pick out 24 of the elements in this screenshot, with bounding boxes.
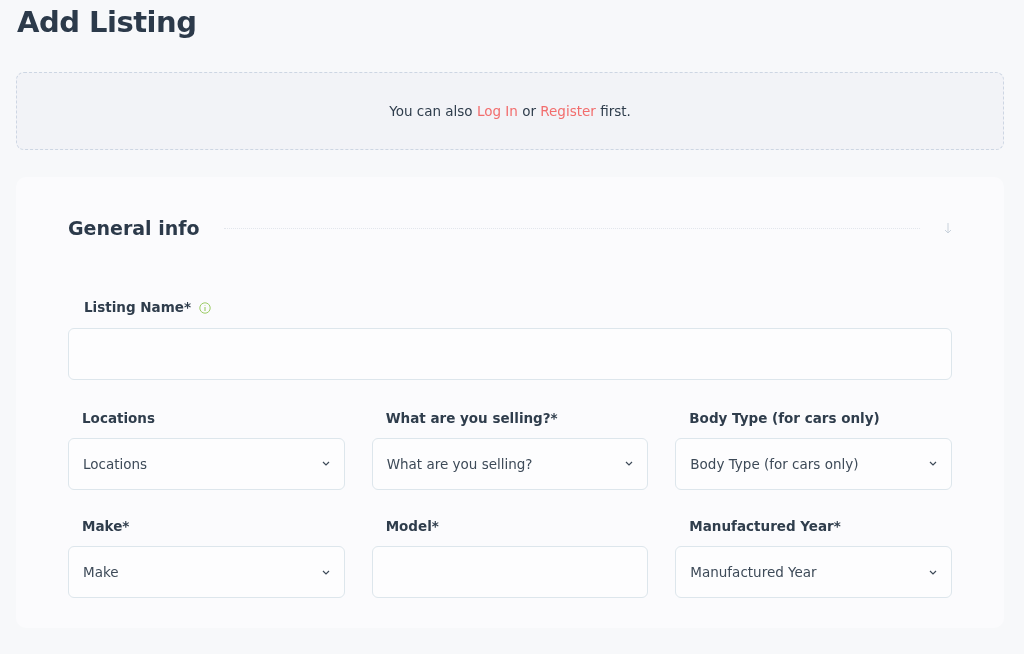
field-label: Body Type (for cars only) — [689, 408, 880, 428]
info-icon[interactable] — [199, 301, 211, 314]
chevron-down-icon — [929, 461, 937, 467]
notice-text: You can also Log In or Register first. — [389, 101, 631, 121]
chevron-down-icon — [321, 461, 330, 467]
field-label: Listing Name* — [84, 298, 191, 318]
select-dropdown[interactable]: Make — [68, 546, 345, 599]
field-label: Make* — [82, 517, 130, 536]
text-input[interactable] — [371, 546, 649, 599]
listing-name-input[interactable] — [68, 327, 952, 380]
page-title: Add Listing — [17, 4, 198, 41]
field-label: Model* — [385, 517, 439, 536]
select-dropdown[interactable]: What are you selling? — [371, 438, 649, 490]
field-label: Locations — [82, 408, 155, 428]
chevron-down-icon — [625, 461, 634, 467]
select-dropdown[interactable]: Manufactured Year — [675, 546, 952, 599]
section-title: General info — [68, 216, 200, 240]
chevron-down-icon — [321, 569, 330, 575]
field-label: What are you selling?* — [385, 408, 558, 428]
down-arrow-icon[interactable] — [944, 222, 952, 234]
select-dropdown[interactable]: Locations — [68, 438, 345, 490]
select-dropdown[interactable]: Body Type (for cars only) — [675, 438, 952, 490]
field-label: Manufactured Year* — [689, 517, 841, 536]
chevron-down-icon — [929, 569, 937, 575]
